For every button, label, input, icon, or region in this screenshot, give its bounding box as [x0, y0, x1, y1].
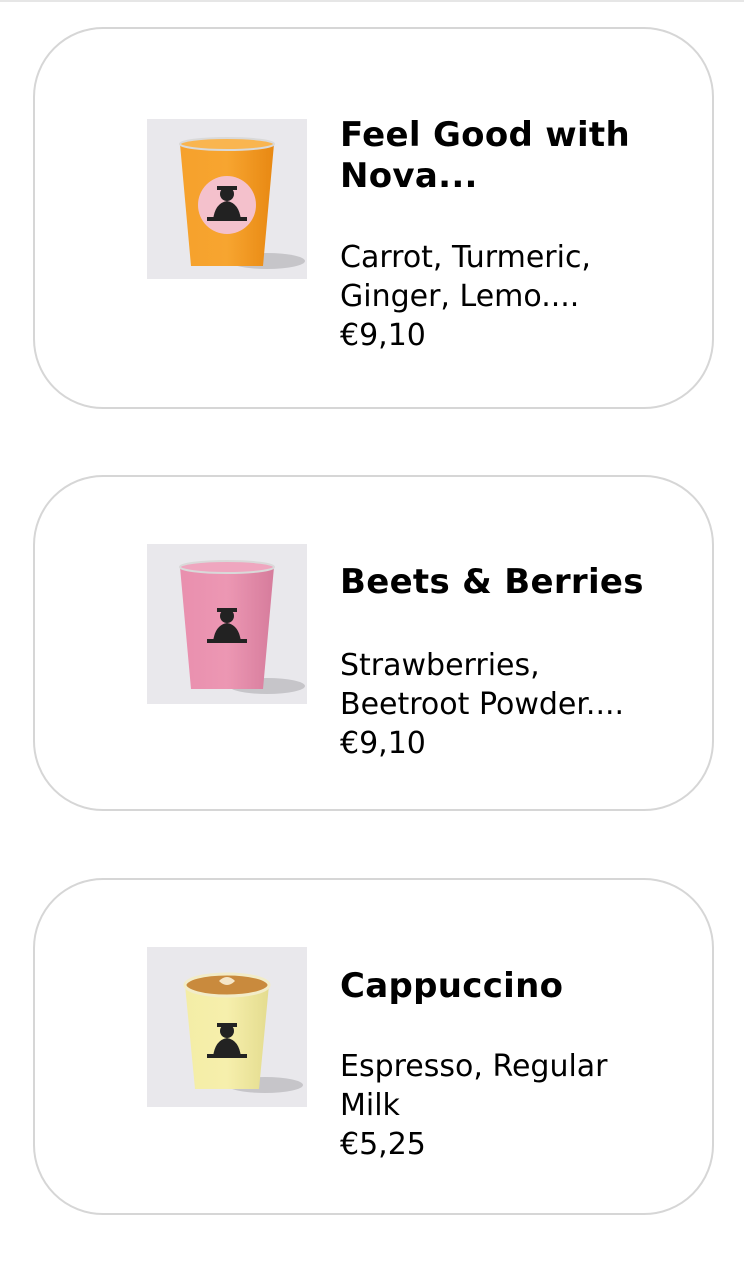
product-info: Feel Good with Nova... Carrot, Turmeric,…: [340, 115, 680, 355]
product-image: [147, 947, 307, 1107]
product-card-beets-and-berries[interactable]: Beets & Berries Strawberries, Beetroot P…: [33, 475, 714, 811]
coffee-cup-icon: [183, 972, 303, 1093]
product-card-cappuccino[interactable]: Cappuccino Espresso, Regular Milk €5,25: [33, 878, 714, 1215]
product-price: €9,10: [340, 726, 426, 761]
product-image: [147, 544, 307, 704]
product-info: Cappuccino Espresso, Regular Milk €5,25: [340, 966, 680, 1164]
product-name: Cappuccino: [340, 966, 564, 1006]
product-name: Beets & Berries: [340, 562, 644, 602]
product-price: €5,25: [340, 1127, 426, 1162]
product-info: Beets & Berries Strawberries, Beetroot P…: [340, 562, 680, 763]
orange-juice-cup-icon: [179, 137, 305, 269]
product-price: €9,10: [340, 318, 426, 353]
product-card-feel-good-with-nova[interactable]: Feel Good with Nova... Carrot, Turmeric,…: [33, 27, 714, 409]
product-image: [147, 119, 307, 279]
product-description: Carrot, Turmeric, Ginger, Lemo....: [340, 240, 591, 314]
product-name: Feel Good with Nova...: [340, 115, 630, 196]
top-divider: [0, 0, 744, 2]
product-description: Strawberries, Beetroot Powder....: [340, 648, 625, 722]
product-description: Espresso, Regular Milk: [340, 1049, 608, 1123]
pink-smoothie-cup-icon: [179, 560, 305, 694]
